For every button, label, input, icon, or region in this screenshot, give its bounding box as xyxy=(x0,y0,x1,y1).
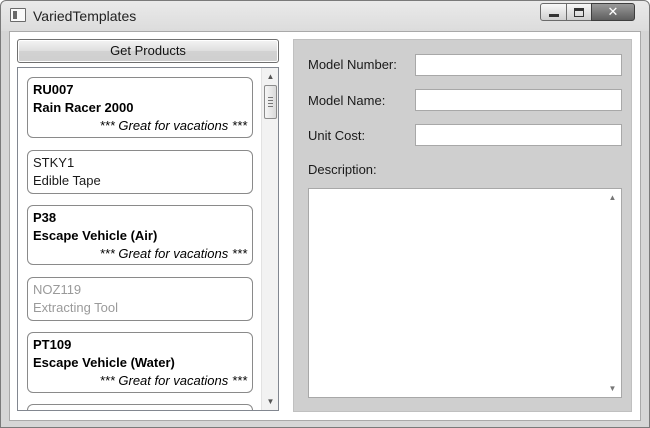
scroll-down-arrow-icon[interactable]: ▼ xyxy=(604,380,621,397)
close-button[interactable]: ✕ xyxy=(591,3,635,21)
grip-line xyxy=(268,97,273,98)
scroll-up-arrow-icon[interactable]: ▲ xyxy=(262,68,278,85)
model-name: Extracting Tool xyxy=(33,300,119,315)
model-name: Escape Vehicle (Air) xyxy=(33,228,158,243)
details-panel: Model Number: Model Name: Unit Cost: Des… xyxy=(293,39,632,412)
scroll-thumb[interactable] xyxy=(264,85,277,119)
close-icon: ✕ xyxy=(607,4,619,20)
model-number-field[interactable] xyxy=(415,54,622,76)
window-title: VariedTemplates xyxy=(33,8,137,24)
model-name-label: Model Name: xyxy=(308,93,386,108)
model-number: RU007 xyxy=(33,82,74,97)
grip-line xyxy=(268,100,273,101)
list-item[interactable]: PT109 Escape Vehicle (Water) *** Great f… xyxy=(27,332,253,393)
unit-cost-field[interactable] xyxy=(415,124,622,146)
list-item[interactable] xyxy=(27,404,253,410)
vacation-tag: *** Great for vacations *** xyxy=(99,118,247,133)
model-name-field[interactable] xyxy=(415,89,622,111)
vacation-tag: *** Great for vacations *** xyxy=(99,246,247,261)
window-icon[interactable] xyxy=(10,8,26,22)
model-number-label: Model Number: xyxy=(308,57,397,72)
scroll-down-arrow-icon[interactable]: ▼ xyxy=(262,393,278,410)
model-name: Edible Tape xyxy=(33,173,101,188)
model-number: PT109 xyxy=(33,337,72,352)
list-item[interactable]: STKY1 Edible Tape xyxy=(27,150,253,194)
model-name: Rain Racer 2000 xyxy=(33,100,134,115)
model-number: NOZ119 xyxy=(33,282,82,297)
list-scrollbar[interactable]: ▲ ▼ xyxy=(261,68,278,410)
grip-line xyxy=(268,106,273,107)
maximize-icon xyxy=(574,7,584,17)
title-bar[interactable]: VariedTemplates ✕ xyxy=(1,1,649,31)
maximize-button[interactable] xyxy=(566,3,592,21)
list-item[interactable]: RU007 Rain Racer 2000 *** Great for vaca… xyxy=(27,77,253,138)
model-number: STKY1 xyxy=(33,155,75,170)
description-label: Description: xyxy=(308,162,377,177)
vacation-tag: *** Great for vacations *** xyxy=(99,373,247,388)
list-item[interactable]: NOZ119 Extracting Tool xyxy=(27,277,253,321)
scroll-up-arrow-icon[interactable]: ▲ xyxy=(604,189,621,206)
description-scrollbar[interactable]: ▲ ▼ xyxy=(604,189,621,397)
grip-line xyxy=(268,103,273,104)
products-listbox[interactable]: RU007 Rain Racer 2000 *** Great for vaca… xyxy=(17,67,279,411)
model-name: Escape Vehicle (Water) xyxy=(33,355,175,370)
unit-cost-label: Unit Cost: xyxy=(308,128,366,143)
model-number: P38 xyxy=(33,210,57,225)
get-products-button[interactable]: Get Products xyxy=(17,39,279,63)
client-area: Get Products RU007 Rain Racer 2000 *** G… xyxy=(9,31,641,421)
list-item[interactable]: P38 Escape Vehicle (Air) *** Great for v… xyxy=(27,205,253,265)
description-textbox[interactable]: ▲ ▼ xyxy=(308,188,622,398)
minimize-button[interactable] xyxy=(540,3,567,21)
minimize-icon xyxy=(548,14,559,17)
app-window: VariedTemplates ✕ Get Products RU007 Rai… xyxy=(0,0,650,428)
